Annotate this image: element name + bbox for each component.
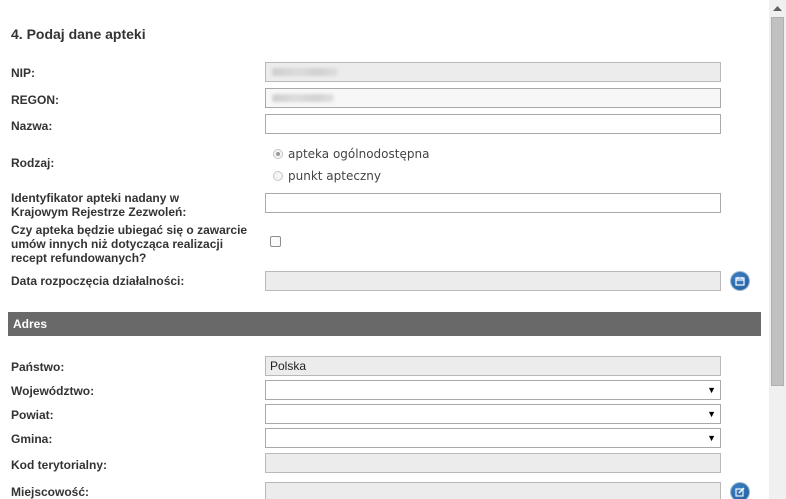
radio-button-checked[interactable] [273, 149, 283, 159]
rodzaj-label: Rodzaj: [11, 156, 55, 170]
edit-button[interactable] [731, 483, 749, 499]
vertical-scrollbar[interactable] [769, 0, 786, 499]
nazwa-input[interactable] [265, 114, 721, 134]
radio-label-punkt: punkt apteczny [288, 169, 381, 183]
kod-terytorialny-field [265, 453, 721, 473]
chevron-up-icon [773, 6, 782, 11]
powiat-label: Powiat: [11, 408, 54, 422]
scroll-up-button[interactable] [769, 0, 786, 16]
gmina-select[interactable]: ▼ [265, 428, 721, 448]
umowy-label: Czy apteka będzie ubiegać się o zawarcie… [11, 223, 247, 265]
regon-field[interactable] [265, 88, 721, 108]
panstwo-label: Państwo: [11, 360, 65, 374]
panstwo-field: Polska [265, 356, 721, 376]
dropdown-arrow-icon: ▼ [707, 409, 716, 419]
edit-icon [735, 487, 745, 497]
miejscowosc-label: Miejscowość: [11, 485, 90, 499]
nip-label: NIP: [11, 66, 35, 80]
identyfikator-label-line1: Identyfikator apteki nadany w [11, 191, 180, 205]
nip-field [265, 62, 721, 82]
adres-section-header: Adres [8, 312, 761, 336]
radio-label-apteka: apteka ogólnodostępna [288, 147, 430, 161]
data-rozpoczecia-field [265, 271, 721, 291]
calendar-icon [735, 277, 745, 286]
pharmacy-form-page: 4. Podaj dane apteki NIP: REGON: Nazwa: … [0, 0, 786, 499]
section-title: 4. Podaj dane apteki [11, 26, 146, 42]
umowy-label-line3: recept refundowanych? [11, 251, 147, 265]
calendar-button[interactable] [731, 272, 749, 290]
nazwa-label: Nazwa: [11, 119, 53, 133]
kod-terytorialny-label: Kod terytorialny: [11, 458, 108, 472]
identyfikator-label-line2: Krajowym Rejestrze Zezwoleń: [11, 205, 187, 219]
identyfikator-input[interactable] [265, 193, 721, 213]
radio-apteka-ogolnodostepna[interactable]: apteka ogólnodostępna [273, 147, 429, 161]
nip-redacted-value [272, 68, 338, 76]
umowy-checkbox[interactable] [270, 236, 281, 247]
umowy-label-line1: Czy apteka będzie ubiegać się o zawarcie [11, 223, 248, 237]
dropdown-arrow-icon: ▼ [707, 433, 716, 443]
regon-redacted-value [272, 94, 334, 102]
dropdown-arrow-icon: ▼ [707, 385, 716, 395]
powiat-select[interactable]: ▼ [265, 404, 721, 424]
wojewodztwo-label: Województwo: [11, 384, 95, 398]
data-rozpoczecia-label: Data rozpoczęcia działalności: [11, 274, 185, 288]
adres-section-label: Adres [13, 317, 48, 331]
identyfikator-label: Identyfikator apteki nadany w Krajowym R… [11, 191, 186, 219]
radio-button[interactable] [273, 171, 283, 181]
wojewodztwo-select[interactable]: ▼ [265, 380, 721, 400]
scrollbar-thumb[interactable] [771, 17, 784, 386]
gmina-label: Gmina: [11, 432, 53, 446]
umowy-label-line2: umów innych niż dotycząca realizacji [11, 237, 224, 251]
regon-label: REGON: [11, 93, 59, 107]
radio-punkt-apteczny[interactable]: punkt apteczny [273, 169, 381, 183]
miejscowosc-field [265, 482, 721, 499]
